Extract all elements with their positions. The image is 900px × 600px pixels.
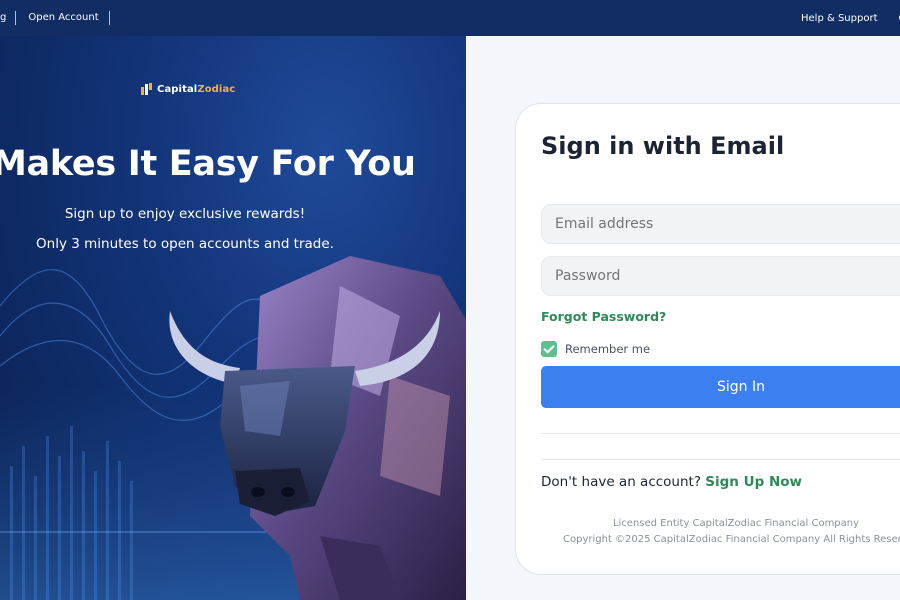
top-nav: g Open Account Help & Support Co [0,0,900,36]
brand-name: CapitalZodiac [157,83,236,95]
sign-up-link[interactable]: Sign Up Now [705,474,802,490]
sign-in-button[interactable]: Sign In [541,366,900,408]
footer-license: Licensed Entity CapitalZodiac Financial … [612,518,860,529]
email-field[interactable] [541,204,900,244]
remember-me-checkbox[interactable] [541,341,557,357]
top-nav-left: g Open Account [0,0,110,36]
capitalzodiac-logo-icon [141,83,152,95]
nav-item-open-account[interactable]: Open Account [16,11,108,25]
forgot-password-link[interactable]: Forgot Password? [541,309,666,324]
remember-me-label: Remember me [565,342,651,356]
nav-item-partial-left[interactable]: g [0,11,15,25]
bull-image [169,256,466,600]
hero-section: CapitalZodiac Makes It Easy For You Sign… [0,36,466,600]
footer-copyright: Copyright ©2025 CapitalZodiac Financial … [563,534,900,545]
divider [541,433,900,434]
signup-prompt: Don't have an account? Sign Up Now [541,474,802,490]
nav-item-help-support[interactable]: Help & Support [801,13,877,24]
remember-me-row[interactable]: Remember me [541,341,650,357]
password-field[interactable] [541,256,900,296]
signin-card: Sign in with Email Forgot Password? Reme… [515,103,900,575]
no-account-text: Don't have an account? [541,474,701,490]
signin-panel: Sign in with Email Forgot Password? Reme… [466,36,900,600]
hero-subtitle-rewards: Sign up to enjoy exclusive rewards! [64,206,306,222]
signin-title: Sign in with Email [541,132,785,160]
nav-separator [108,11,110,25]
top-nav-right: Help & Support Co [801,0,900,36]
divider [541,459,900,460]
hero-title: Makes It Easy For You [0,144,416,184]
hero-subtitle-minutes: Only 3 minutes to open accounts and trad… [36,236,334,252]
brand-logo[interactable]: CapitalZodiac [141,83,235,95]
